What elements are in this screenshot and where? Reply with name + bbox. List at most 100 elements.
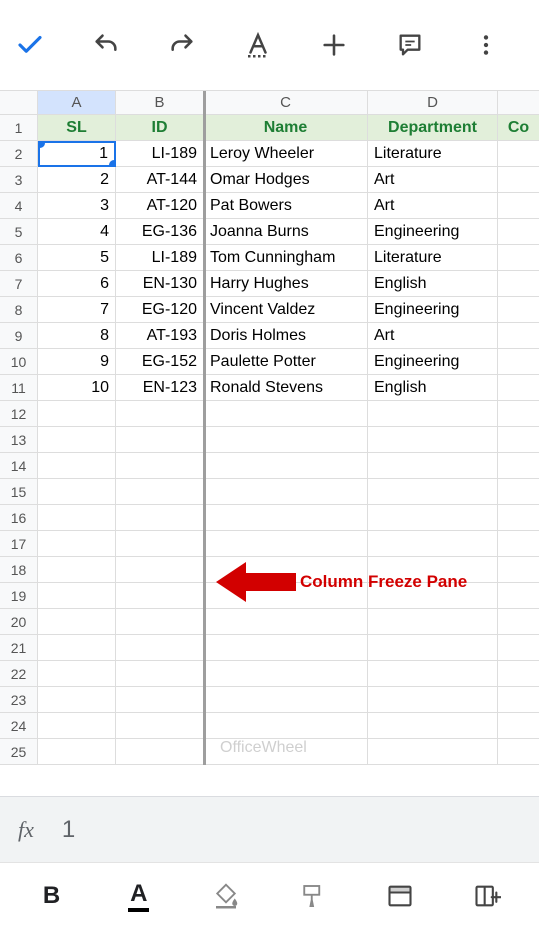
- empty-cell[interactable]: [498, 505, 539, 531]
- empty-cell[interactable]: [204, 401, 368, 427]
- empty-cell[interactable]: [116, 453, 204, 479]
- header-sl[interactable]: SL: [38, 115, 116, 141]
- row-header-10[interactable]: 10: [0, 349, 38, 375]
- empty-cell[interactable]: [38, 635, 116, 661]
- empty-cell[interactable]: [368, 661, 498, 687]
- empty-cell[interactable]: [498, 453, 539, 479]
- cell-id-6[interactable]: LI-189: [116, 245, 204, 271]
- empty-cell[interactable]: [498, 635, 539, 661]
- cell-name-8[interactable]: Vincent Valdez: [204, 297, 368, 323]
- row-header-12[interactable]: 12: [0, 401, 38, 427]
- cell-id-9[interactable]: AT-193: [116, 323, 204, 349]
- empty-cell[interactable]: [116, 609, 204, 635]
- text-color-button[interactable]: A: [117, 874, 161, 918]
- cell-id-4[interactable]: AT-120: [116, 193, 204, 219]
- cell-sl-8[interactable]: 7: [38, 297, 116, 323]
- empty-cell[interactable]: [498, 557, 539, 583]
- cell-name-3[interactable]: Omar Hodges: [204, 167, 368, 193]
- column-header-partial[interactable]: [498, 91, 539, 115]
- empty-cell[interactable]: [204, 453, 368, 479]
- empty-cell[interactable]: [498, 583, 539, 609]
- row-header-3[interactable]: 3: [0, 167, 38, 193]
- empty-cell[interactable]: [116, 583, 204, 609]
- cell-sl-7[interactable]: 6: [38, 271, 116, 297]
- cell-partial-2[interactable]: [498, 141, 539, 167]
- empty-cell[interactable]: [204, 661, 368, 687]
- empty-cell[interactable]: [498, 609, 539, 635]
- cell-department-8[interactable]: Engineering: [368, 297, 498, 323]
- redo-button[interactable]: [164, 27, 200, 63]
- cell-name-5[interactable]: Joanna Burns: [204, 219, 368, 245]
- header-id[interactable]: ID: [116, 115, 204, 141]
- row-header-7[interactable]: 7: [0, 271, 38, 297]
- cell-format-button[interactable]: [291, 874, 335, 918]
- empty-cell[interactable]: [368, 687, 498, 713]
- cell-partial-9[interactable]: [498, 323, 539, 349]
- empty-cell[interactable]: [38, 401, 116, 427]
- empty-cell[interactable]: [368, 531, 498, 557]
- cell-sl-11[interactable]: 10: [38, 375, 116, 401]
- empty-cell[interactable]: [498, 427, 539, 453]
- empty-cell[interactable]: [204, 739, 368, 765]
- empty-cell[interactable]: [498, 479, 539, 505]
- column-header-C[interactable]: C: [204, 91, 368, 115]
- corner-cell[interactable]: [0, 91, 38, 115]
- cell-partial-3[interactable]: [498, 167, 539, 193]
- cell-id-11[interactable]: EN-123: [116, 375, 204, 401]
- empty-cell[interactable]: [204, 531, 368, 557]
- cell-sl-10[interactable]: 9: [38, 349, 116, 375]
- empty-cell[interactable]: [498, 687, 539, 713]
- empty-cell[interactable]: [116, 557, 204, 583]
- cell-id-10[interactable]: EG-152: [116, 349, 204, 375]
- header-partial[interactable]: Co: [498, 115, 539, 141]
- cell-department-6[interactable]: Literature: [368, 245, 498, 271]
- cell-id-8[interactable]: EG-120: [116, 297, 204, 323]
- empty-cell[interactable]: [38, 739, 116, 765]
- empty-cell[interactable]: [116, 401, 204, 427]
- empty-cell[interactable]: [204, 635, 368, 661]
- empty-cell[interactable]: [38, 479, 116, 505]
- cell-name-7[interactable]: Harry Hughes: [204, 271, 368, 297]
- empty-cell[interactable]: [368, 713, 498, 739]
- cell-partial-4[interactable]: [498, 193, 539, 219]
- row-header-6[interactable]: 6: [0, 245, 38, 271]
- cell-partial-11[interactable]: [498, 375, 539, 401]
- comment-button[interactable]: [392, 27, 428, 63]
- empty-cell[interactable]: [38, 661, 116, 687]
- row-header-2[interactable]: 2: [0, 141, 38, 167]
- row-header-19[interactable]: 19: [0, 583, 38, 609]
- empty-cell[interactable]: [368, 609, 498, 635]
- empty-cell[interactable]: [38, 713, 116, 739]
- row-header-15[interactable]: 15: [0, 479, 38, 505]
- empty-cell[interactable]: [116, 661, 204, 687]
- empty-cell[interactable]: [204, 505, 368, 531]
- cell-department-4[interactable]: Art: [368, 193, 498, 219]
- cell-id-3[interactable]: AT-144: [116, 167, 204, 193]
- empty-cell[interactable]: [38, 531, 116, 557]
- cell-name-2[interactable]: Leroy Wheeler: [204, 141, 368, 167]
- cell-id-5[interactable]: EG-136: [116, 219, 204, 245]
- empty-cell[interactable]: [498, 661, 539, 687]
- row-header-5[interactable]: 5: [0, 219, 38, 245]
- row-header-16[interactable]: 16: [0, 505, 38, 531]
- cell-partial-8[interactable]: [498, 297, 539, 323]
- empty-cell[interactable]: [368, 739, 498, 765]
- bold-button[interactable]: B: [30, 874, 74, 918]
- cell-sl-4[interactable]: 3: [38, 193, 116, 219]
- empty-cell[interactable]: [368, 427, 498, 453]
- row-header-20[interactable]: 20: [0, 609, 38, 635]
- empty-cell[interactable]: [116, 635, 204, 661]
- empty-cell[interactable]: [204, 609, 368, 635]
- undo-button[interactable]: [88, 27, 124, 63]
- empty-cell[interactable]: [116, 479, 204, 505]
- cell-sl-2[interactable]: 1: [38, 141, 116, 167]
- cell-sl-5[interactable]: 4: [38, 219, 116, 245]
- column-header-A[interactable]: A: [38, 91, 116, 115]
- cell-department-3[interactable]: Art: [368, 167, 498, 193]
- cell-partial-10[interactable]: [498, 349, 539, 375]
- empty-cell[interactable]: [368, 453, 498, 479]
- empty-cell[interactable]: [116, 713, 204, 739]
- insert-button[interactable]: [316, 27, 352, 63]
- row-header-13[interactable]: 13: [0, 427, 38, 453]
- row-header-22[interactable]: 22: [0, 661, 38, 687]
